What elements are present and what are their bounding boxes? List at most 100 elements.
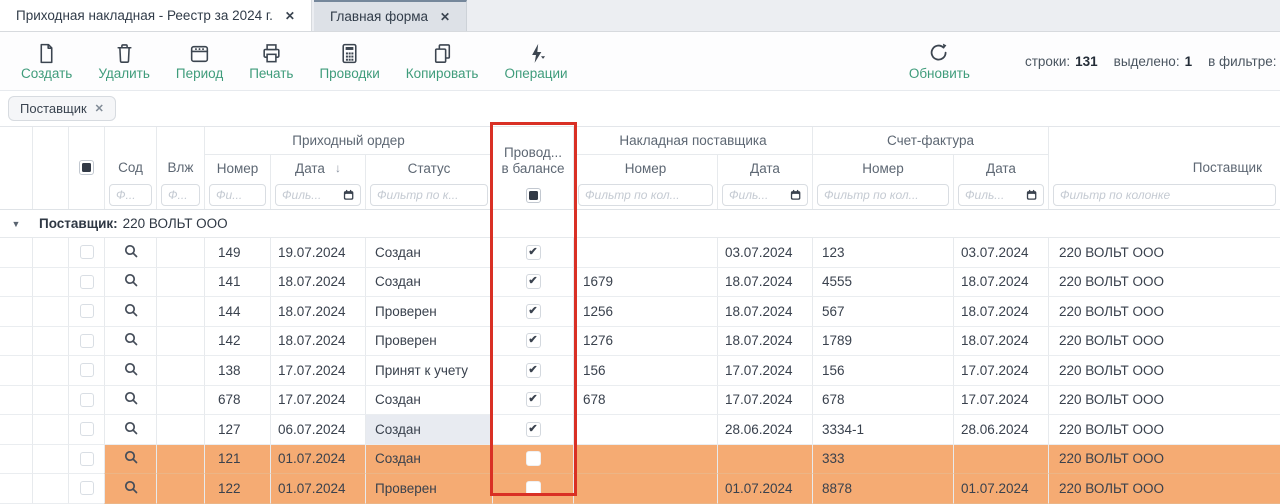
status-cell[interactable]: Проверен — [365, 327, 492, 357]
row-sod-cell[interactable] — [104, 268, 156, 298]
toolbar-button[interactable]: Копировать — [393, 32, 492, 90]
close-icon[interactable]: ✕ — [285, 9, 295, 23]
posted-in-balance-cell[interactable]: ✔ — [492, 297, 573, 327]
calendar-icon[interactable] — [790, 188, 801, 202]
order-date-cell[interactable]: 17.07.2024 — [270, 356, 365, 386]
column-header-vlj[interactable]: Влж — [156, 127, 204, 181]
row-select-cell[interactable] — [68, 415, 104, 445]
order-number-cell[interactable]: 678 — [204, 386, 270, 416]
supplier-invoice-date-cell[interactable]: 18.07.2024 — [717, 327, 812, 357]
order-number-cell[interactable]: 127 — [204, 415, 270, 445]
invoice-number-cell[interactable]: 333 — [812, 445, 953, 475]
posted-in-balance-cell[interactable] — [492, 474, 573, 504]
invoice-number-cell[interactable]: 123 — [812, 238, 953, 268]
filter-input-sod[interactable] — [116, 188, 145, 202]
posted-in-balance-cell[interactable]: ✔ — [492, 356, 573, 386]
open-record-icon[interactable] — [123, 302, 139, 321]
open-record-icon[interactable] — [123, 390, 139, 409]
status-cell[interactable]: Принят к учету — [365, 356, 492, 386]
posted-checkbox-checked[interactable]: ✔ — [526, 422, 541, 437]
column-header-status[interactable]: Статус — [365, 155, 492, 181]
order-number-cell[interactable]: 138 — [204, 356, 270, 386]
filter-input-inv-date[interactable] — [729, 188, 787, 202]
status-cell[interactable]: Проверен — [365, 474, 492, 504]
posted-checkbox-checked[interactable]: ✔ — [526, 304, 541, 319]
filter-input-order-date[interactable] — [282, 188, 340, 202]
supplier-cell[interactable]: 220 ВОЛЬТ ООО — [1048, 445, 1280, 475]
filter-input-status[interactable] — [377, 188, 481, 202]
row-sod-cell[interactable] — [104, 356, 156, 386]
invoice-number-cell[interactable]: 678 — [812, 386, 953, 416]
row-checkbox[interactable] — [80, 245, 94, 259]
posted-filter-checkbox[interactable] — [526, 188, 541, 203]
row-sod-cell[interactable] — [104, 415, 156, 445]
tab-incoming-invoice-registry[interactable]: Приходная накладная - Реестр за 2024 г. … — [0, 0, 312, 31]
open-record-icon[interactable] — [123, 420, 139, 439]
column-header-inv-number[interactable]: Номер — [573, 155, 717, 181]
posted-checkbox-checked[interactable]: ✔ — [526, 363, 541, 378]
row-checkbox[interactable] — [80, 304, 94, 318]
row-checkbox[interactable] — [80, 481, 94, 495]
row-sod-cell[interactable] — [104, 474, 156, 504]
supplier-invoice-number-cell[interactable]: 678 — [573, 386, 717, 416]
order-date-cell[interactable]: 06.07.2024 — [270, 415, 365, 445]
supplier-invoice-date-cell[interactable] — [717, 445, 812, 475]
supplier-invoice-number-cell[interactable] — [573, 445, 717, 475]
table-row[interactable]: 14418.07.2024Проверен✔125618.07.20245671… — [0, 297, 1280, 327]
invoice-date-cell[interactable] — [953, 445, 1048, 475]
supplier-invoice-number-cell[interactable] — [573, 238, 717, 268]
status-cell[interactable]: Создан — [365, 268, 492, 298]
column-header-supplier[interactable]: Поставщик — [1048, 127, 1280, 181]
posted-checkbox-checked[interactable]: ✔ — [526, 392, 541, 407]
column-header-posted-in-balance[interactable]: Провод... в балансе — [492, 127, 573, 181]
row-select-cell[interactable] — [68, 268, 104, 298]
supplier-cell[interactable]: 220 ВОЛЬТ ООО — [1048, 268, 1280, 298]
status-cell[interactable]: Проверен — [365, 297, 492, 327]
invoice-date-cell[interactable]: 03.07.2024 — [953, 238, 1048, 268]
row-select-cell[interactable] — [68, 356, 104, 386]
filter-chip-supplier[interactable]: Поставщик ✕ — [8, 96, 116, 121]
row-sod-cell[interactable] — [104, 445, 156, 475]
table-row[interactable]: 12201.07.2024Проверен01.07.2024887801.07… — [0, 474, 1280, 504]
row-checkbox[interactable] — [80, 452, 94, 466]
column-header-order-date[interactable]: Дата ↓ — [270, 155, 365, 181]
row-select-cell[interactable] — [68, 327, 104, 357]
invoice-number-cell[interactable]: 567 — [812, 297, 953, 327]
calendar-icon[interactable] — [343, 188, 354, 202]
supplier-invoice-number-cell[interactable] — [573, 474, 717, 504]
order-date-cell[interactable]: 01.07.2024 — [270, 445, 365, 475]
supplier-cell[interactable]: 220 ВОЛЬТ ООО — [1048, 356, 1280, 386]
row-select-cell[interactable] — [68, 238, 104, 268]
table-row[interactable]: 14919.07.2024Создан✔03.07.202412303.07.2… — [0, 238, 1280, 268]
invoice-date-cell[interactable]: 18.07.2024 — [953, 268, 1048, 298]
invoice-date-cell[interactable]: 01.07.2024 — [953, 474, 1048, 504]
toolbar-button[interactable]: Период — [163, 32, 236, 90]
supplier-invoice-date-cell[interactable]: 28.06.2024 — [717, 415, 812, 445]
row-select-cell[interactable] — [68, 297, 104, 327]
filter-input-inv-number[interactable] — [585, 188, 706, 202]
order-date-cell[interactable]: 19.07.2024 — [270, 238, 365, 268]
supplier-invoice-number-cell[interactable] — [573, 415, 717, 445]
supplier-invoice-number-cell[interactable]: 1276 — [573, 327, 717, 357]
refresh-button[interactable]: Обновить — [896, 41, 983, 81]
supplier-cell[interactable]: 220 ВОЛЬТ ООО — [1048, 386, 1280, 416]
supplier-cell[interactable]: 220 ВОЛЬТ ООО — [1048, 415, 1280, 445]
status-cell[interactable]: Создан — [365, 445, 492, 475]
row-checkbox[interactable] — [80, 275, 94, 289]
supplier-invoice-date-cell[interactable]: 17.07.2024 — [717, 386, 812, 416]
toolbar-button[interactable]: Проводки — [306, 32, 392, 90]
toolbar-button[interactable]: Печать — [236, 32, 306, 90]
row-sod-cell[interactable] — [104, 238, 156, 268]
invoice-date-cell[interactable]: 17.07.2024 — [953, 356, 1048, 386]
supplier-cell[interactable]: 220 ВОЛЬТ ООО — [1048, 238, 1280, 268]
order-number-cell[interactable]: 121 — [204, 445, 270, 475]
order-date-cell[interactable]: 17.07.2024 — [270, 386, 365, 416]
operations-button[interactable]: Операции — [491, 32, 580, 90]
row-select-cell[interactable] — [68, 386, 104, 416]
order-number-cell[interactable]: 149 — [204, 238, 270, 268]
order-number-cell[interactable]: 141 — [204, 268, 270, 298]
posted-checkbox-unchecked[interactable] — [526, 481, 541, 496]
row-checkbox[interactable] — [80, 334, 94, 348]
collapse-group-icon[interactable]: ▼ — [0, 210, 32, 237]
status-cell[interactable]: Создан — [365, 415, 492, 445]
